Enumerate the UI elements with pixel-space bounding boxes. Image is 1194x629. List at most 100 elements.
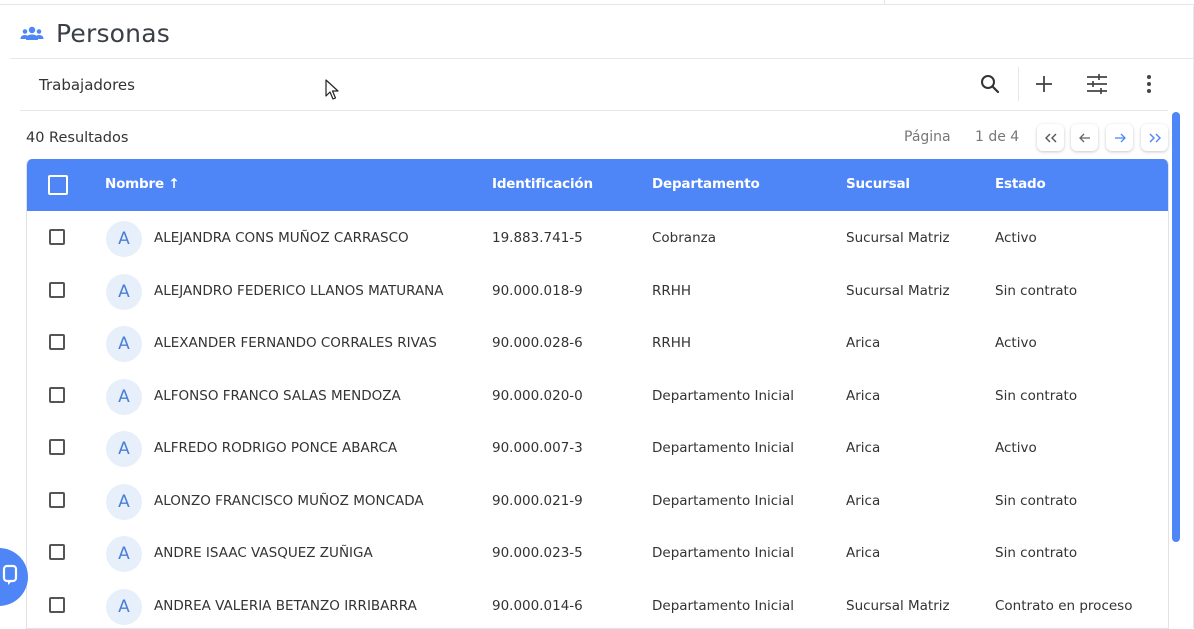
cell-estado: Sin contrato	[995, 493, 1077, 509]
row-checkbox[interactable]	[49, 492, 65, 508]
cell-departamento: Departamento Inicial	[652, 388, 794, 404]
next-page-button[interactable]	[1106, 124, 1133, 151]
more-vertical-icon	[1146, 74, 1152, 98]
cell-sucursal: Sucursal Matriz	[846, 230, 950, 246]
cell-sucursal: Arica	[846, 545, 880, 561]
avatar: A	[106, 536, 142, 572]
cell-sucursal: Arica	[846, 493, 880, 509]
cell-identificacion: 90.000.028-6	[492, 335, 583, 351]
column-header-departamento[interactable]: Departamento	[652, 176, 760, 192]
avatar: A	[106, 484, 142, 520]
cell-departamento: Departamento Inicial	[652, 598, 794, 614]
table-row[interactable]: A ALONZO FRANCISCO MUÑOZ MONCADA 90.000.…	[27, 474, 1168, 528]
cell-estado: Sin contrato	[995, 545, 1077, 561]
column-header-label: Nombre	[105, 176, 164, 192]
search-icon	[980, 74, 1000, 98]
table-row[interactable]: A ALEJANDRA CONS MUÑOZ CARRASCO 19.883.7…	[27, 211, 1168, 265]
cell-identificacion: 90.000.007-3	[492, 440, 583, 456]
cell-identificacion: 19.883.741-5	[492, 230, 583, 246]
scrollbar-thumb[interactable]	[1172, 112, 1180, 542]
table-row[interactable]: A ALEXANDER FERNANDO CORRALES RIVAS 90.0…	[27, 316, 1168, 370]
cell-sucursal: Sucursal Matriz	[846, 598, 950, 614]
arrow-right-icon	[1114, 128, 1126, 147]
row-checkbox[interactable]	[49, 544, 65, 560]
toolbar: Trabajadores	[20, 63, 1168, 109]
cell-departamento: Departamento Inicial	[652, 545, 794, 561]
avatar: A	[106, 431, 142, 467]
sliders-icon	[1086, 74, 1108, 98]
column-header-nombre[interactable]: Nombre ↑	[105, 176, 180, 192]
table-header: Nombre ↑ Identificación Departamento Suc…	[27, 159, 1168, 211]
row-checkbox[interactable]	[49, 387, 65, 403]
table-row[interactable]: A ANDREA VALERIA BETANZO IRRIBARRA 90.00…	[27, 579, 1168, 629]
avatar: A	[106, 589, 142, 625]
cell-estado: Activo	[995, 230, 1037, 246]
row-checkbox[interactable]	[49, 597, 65, 613]
page-header: Personas	[20, 16, 170, 50]
page-count: 1 de 4	[975, 129, 1019, 145]
sort-ascending-icon: ↑	[168, 176, 179, 192]
column-header-sucursal[interactable]: Sucursal	[846, 176, 910, 192]
more-options-button[interactable]	[1132, 69, 1166, 103]
row-checkbox[interactable]	[49, 229, 65, 245]
cell-identificacion: 90.000.020-0	[492, 388, 583, 404]
table-row[interactable]: A ALEJANDRO FEDERICO LLANOS MATURANA 90.…	[27, 264, 1168, 318]
table-row[interactable]: A ALFREDO RODRIGO PONCE ABARCA 90.000.00…	[27, 421, 1168, 475]
cell-sucursal: Arica	[846, 335, 880, 351]
cell-identificacion: 90.000.021-9	[492, 493, 583, 509]
cell-identificacion: 90.000.014-6	[492, 598, 583, 614]
row-checkbox[interactable]	[49, 334, 65, 350]
mouse-cursor-icon	[325, 79, 341, 105]
people-group-icon	[20, 24, 44, 42]
last-page-button[interactable]	[1141, 124, 1168, 151]
cell-nombre: ALEJANDRA CONS MUÑOZ CARRASCO	[154, 230, 409, 246]
cell-nombre: ALONZO FRANCISCO MUÑOZ MONCADA	[154, 493, 424, 509]
cell-nombre: ANDRE ISAAC VASQUEZ ZUÑIGA	[154, 545, 373, 561]
top-border	[0, 4, 1194, 5]
header-divider	[10, 58, 1194, 59]
cell-estado: Sin contrato	[995, 283, 1077, 299]
cell-nombre: ALEXANDER FERNANDO CORRALES RIVAS	[154, 335, 437, 351]
page-title: Personas	[56, 19, 170, 48]
cell-estado: Sin contrato	[995, 388, 1077, 404]
results-count: 40 Resultados	[26, 130, 128, 146]
double-chevron-right-icon	[1149, 128, 1161, 147]
toolbar-divider	[1018, 67, 1019, 101]
cell-nombre: ALFREDO RODRIGO PONCE ABARCA	[154, 440, 397, 456]
arrow-left-icon	[1079, 128, 1091, 147]
column-header-estado[interactable]: Estado	[995, 176, 1046, 192]
avatar: A	[106, 326, 142, 362]
cell-identificacion: 90.000.018-9	[492, 283, 583, 299]
cell-departamento: Departamento Inicial	[652, 493, 794, 509]
column-header-identificacion[interactable]: Identificación	[492, 176, 593, 192]
avatar: A	[106, 274, 142, 310]
toolbar-divider-bottom	[20, 110, 1168, 111]
select-all-checkbox[interactable]	[48, 175, 68, 195]
cell-estado: Activo	[995, 440, 1037, 456]
top-border-divider	[884, 0, 885, 5]
add-button[interactable]	[1027, 69, 1061, 103]
people-table: Nombre ↑ Identificación Departamento Suc…	[26, 159, 1169, 629]
search-button[interactable]	[973, 69, 1007, 103]
cell-estado: Activo	[995, 335, 1037, 351]
cell-departamento: Cobranza	[652, 230, 716, 246]
cell-nombre: ALFONSO FRANCO SALAS MENDOZA	[154, 388, 401, 404]
avatar: A	[106, 221, 142, 257]
cell-sucursal: Arica	[846, 388, 880, 404]
table-row[interactable]: A ANDRE ISAAC VASQUEZ ZUÑIGA 90.000.023-…	[27, 526, 1168, 580]
cell-nombre: ALEJANDRO FEDERICO LLANOS MATURANA	[154, 283, 444, 299]
cell-departamento: Departamento Inicial	[652, 440, 794, 456]
first-page-button[interactable]	[1037, 124, 1064, 151]
double-chevron-left-icon	[1045, 128, 1057, 147]
cell-identificacion: 90.000.023-5	[492, 545, 583, 561]
previous-page-button[interactable]	[1071, 124, 1098, 151]
avatar: A	[106, 379, 142, 415]
cell-departamento: RRHH	[652, 335, 691, 351]
chat-fab-button[interactable]	[0, 548, 28, 606]
filters-button[interactable]	[1080, 69, 1114, 103]
chat-icon	[2, 563, 24, 591]
row-checkbox[interactable]	[49, 282, 65, 298]
row-checkbox[interactable]	[49, 439, 65, 455]
cell-estado: Contrato en proceso	[995, 598, 1132, 614]
table-row[interactable]: A ALFONSO FRANCO SALAS MENDOZA 90.000.02…	[27, 369, 1168, 423]
